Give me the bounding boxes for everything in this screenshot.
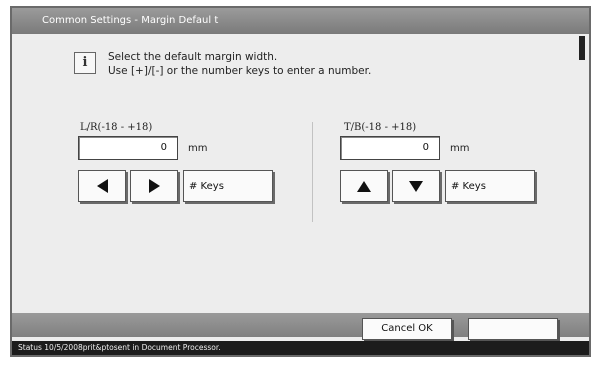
cancel-ok-label: Cancel OK — [381, 323, 433, 334]
status-bar: Status 10/5/2008prit&ptosent in Document… — [12, 341, 589, 355]
lr-range-label: L/R(-18 - +18) — [80, 122, 153, 133]
tb-decrease-button[interactable] — [392, 170, 440, 202]
tb-range-label: T/B(-18 - +18) — [344, 122, 417, 133]
window-title: Common Settings - Margin Defaul t — [12, 8, 589, 34]
lr-value-field[interactable]: 0 — [78, 136, 178, 160]
instruction-line-2: Use [+]/[-] or the number keys to enter … — [108, 65, 372, 77]
tb-number-keys-button[interactable]: # Keys — [445, 170, 535, 202]
lr-increase-button[interactable] — [130, 170, 178, 202]
instruction-message: Select the default margin width. Use [+]… — [108, 50, 371, 78]
group-divider — [312, 122, 313, 222]
lr-number-keys-button[interactable]: # Keys — [183, 170, 273, 202]
tb-value-field[interactable]: 0 — [340, 136, 440, 160]
up-arrow-icon — [357, 180, 371, 192]
right-arrow-icon — [148, 179, 160, 193]
lr-decrease-button[interactable] — [78, 170, 126, 202]
settings-window: Common Settings - Margin Defaul t i Sele… — [10, 6, 591, 357]
cancel-ok-button[interactable]: Cancel OK — [362, 318, 452, 340]
tb-unit-label: mm — [450, 143, 470, 154]
ok-button[interactable] — [468, 318, 558, 340]
info-icon: i — [74, 52, 96, 74]
instruction-line-1: Select the default margin width. — [108, 51, 278, 63]
tb-number-keys-label: # Keys — [451, 181, 486, 192]
lr-unit-label: mm — [188, 143, 208, 154]
lr-number-keys-label: # Keys — [189, 181, 224, 192]
tb-increase-button[interactable] — [340, 170, 388, 202]
down-arrow-icon — [409, 180, 423, 192]
left-arrow-icon — [96, 179, 108, 193]
scroll-indicator[interactable] — [579, 36, 585, 60]
